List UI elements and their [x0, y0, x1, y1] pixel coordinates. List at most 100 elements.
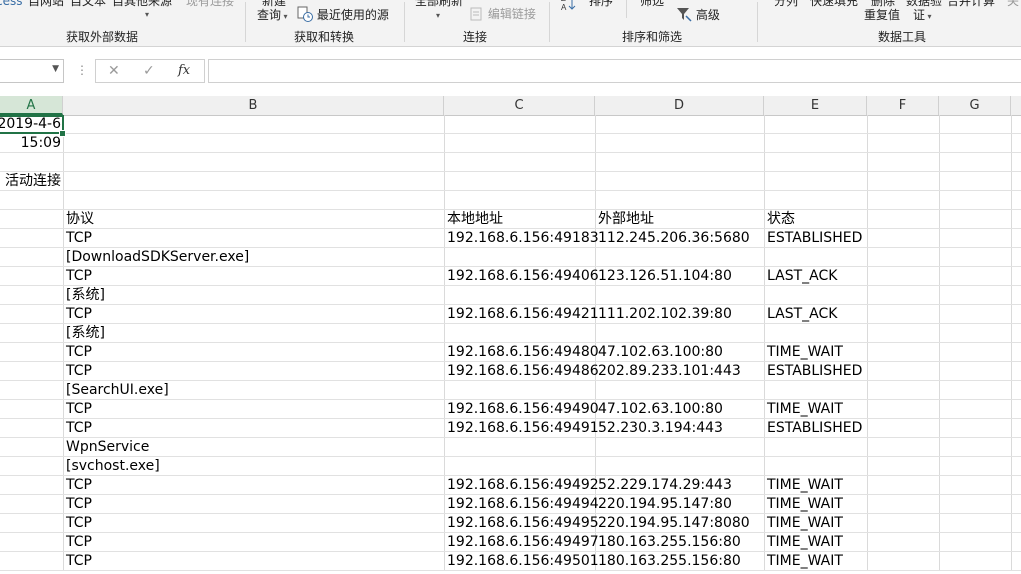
- new-query-label-1[interactable]: 新建: [262, 0, 286, 8]
- cell-e[interactable]: LAST_ACK: [767, 267, 837, 286]
- insert-function-icon[interactable]: fx: [178, 63, 190, 78]
- selected-cell-a1[interactable]: [0, 115, 64, 134]
- cell-c[interactable]: 192.168.6.156:49495: [447, 514, 599, 533]
- cell-b[interactable]: TCP: [66, 476, 92, 495]
- cell-d[interactable]: 180.163.255.156:80: [598, 552, 741, 571]
- column-header-f[interactable]: F: [867, 96, 939, 115]
- cell-d[interactable]: 47.102.63.100:80: [598, 400, 723, 419]
- from-access-button[interactable]: cess: [0, 0, 22, 8]
- flash-fill-button[interactable]: 快速填充: [810, 0, 858, 8]
- text-to-columns-button[interactable]: 分列: [774, 0, 798, 8]
- cell-b[interactable]: TCP: [66, 419, 92, 438]
- cell-d[interactable]: 52.230.3.194:443: [598, 419, 723, 438]
- cell-e[interactable]: TIME_WAIT: [767, 400, 843, 419]
- cell-b[interactable]: [SearchUI.exe]: [66, 381, 169, 400]
- cell-c[interactable]: 192.168.6.156:49421: [447, 305, 599, 324]
- cell-e[interactable]: TIME_WAIT: [767, 343, 843, 362]
- refresh-all-button[interactable]: 全部刷新: [415, 0, 463, 8]
- cell-b[interactable]: [系统]: [66, 286, 105, 305]
- cell-e[interactable]: TIME_WAIT: [767, 495, 843, 514]
- cell-b[interactable]: TCP: [66, 343, 92, 362]
- cell-d[interactable]: 220.194.95.147:8080: [598, 514, 750, 533]
- consolidate-button[interactable]: 合并计算: [947, 0, 995, 8]
- cell-b[interactable]: TCP: [66, 267, 92, 286]
- cell-c[interactable]: 192.168.6.156:49490: [447, 400, 599, 419]
- cancel-icon[interactable]: ✕: [108, 63, 120, 79]
- cell-b[interactable]: TCP: [66, 305, 92, 324]
- column-header-e[interactable]: E: [764, 96, 867, 115]
- from-other-sources-button[interactable]: 自其他来源: [112, 0, 172, 8]
- column-header-h[interactable]: [1011, 96, 1021, 115]
- remove-duplicates-button[interactable]: 重复值: [864, 8, 900, 22]
- cell-c[interactable]: 192.168.6.156:49497: [447, 533, 599, 552]
- recent-sources-button[interactable]: 最近使用的源: [297, 6, 389, 22]
- cell-b[interactable]: WpnService: [66, 438, 149, 457]
- cell-b[interactable]: TCP: [66, 229, 92, 248]
- existing-connections-button[interactable]: 现有连接: [186, 0, 234, 8]
- cell-d[interactable]: 52.229.174.29:443: [598, 476, 732, 495]
- cell-c[interactable]: 192.168.6.156:49486: [447, 362, 599, 381]
- fill-handle[interactable]: [59, 130, 66, 137]
- cell-b[interactable]: [svchost.exe]: [66, 457, 160, 476]
- column-header-b[interactable]: B: [63, 96, 444, 115]
- formula-input[interactable]: [208, 59, 1021, 83]
- cell-e[interactable]: TIME_WAIT: [767, 514, 843, 533]
- cell-d[interactable]: 220.194.95.147:80: [598, 495, 732, 514]
- new-query-button[interactable]: 查询 ▾: [257, 8, 288, 24]
- edit-links-button[interactable]: 编辑链接: [470, 7, 536, 21]
- cell-e[interactable]: TIME_WAIT: [767, 552, 843, 571]
- cell-e[interactable]: TIME_WAIT: [767, 533, 843, 552]
- relationships-button[interactable]: 关: [1007, 0, 1019, 8]
- cell-b[interactable]: [系统]: [66, 324, 105, 343]
- cell-e[interactable]: 状态: [767, 210, 795, 229]
- cell-b[interactable]: TCP: [66, 362, 92, 381]
- cell-d[interactable]: 外部地址: [598, 210, 654, 229]
- column-header-a[interactable]: A: [0, 96, 63, 115]
- data-validation-button[interactable]: 证 ▾: [913, 8, 932, 24]
- cell-c[interactable]: 本地地址: [447, 210, 503, 229]
- enter-icon[interactable]: ✓: [143, 63, 155, 79]
- cell-b[interactable]: TCP: [66, 495, 92, 514]
- column-header-g[interactable]: G: [939, 96, 1011, 115]
- cell-e[interactable]: TIME_WAIT: [767, 476, 843, 495]
- cell-e[interactable]: ESTABLISHED: [767, 362, 862, 381]
- cell-d[interactable]: 180.163.255.156:80: [598, 533, 741, 552]
- sort-za-icon[interactable]: Z A: [561, 0, 577, 15]
- cell-e[interactable]: ESTABLISHED: [767, 229, 862, 248]
- cell-b[interactable]: [DownloadSDKServer.exe]: [66, 248, 249, 267]
- cell-b[interactable]: TCP: [66, 552, 92, 571]
- cell-d[interactable]: 112.245.206.36:5680: [598, 229, 750, 248]
- cell-c[interactable]: 192.168.6.156:49406: [447, 267, 599, 286]
- from-web-button[interactable]: 自网站: [28, 0, 64, 8]
- cell-b[interactable]: TCP: [66, 533, 92, 552]
- sort-button[interactable]: 排序: [589, 0, 613, 8]
- cell-c[interactable]: 192.168.6.156:49492: [447, 476, 599, 495]
- from-text-button[interactable]: 自文本: [70, 0, 106, 8]
- cell-d[interactable]: 47.102.63.100:80: [598, 343, 723, 362]
- cell-a[interactable]: 活动连接: [5, 172, 61, 191]
- formula-bar: ▼ ⋮ ✕ ✓ fx: [0, 57, 1021, 87]
- cell-e[interactable]: LAST_ACK: [767, 305, 837, 324]
- column-header-d[interactable]: D: [595, 96, 764, 115]
- chevron-down-icon[interactable]: ▼: [52, 64, 59, 74]
- cell-c[interactable]: 192.168.6.156:49183: [447, 229, 599, 248]
- advanced-filter-button[interactable]: 高级: [676, 6, 720, 22]
- data-validation-label-1[interactable]: 数据验: [906, 0, 942, 8]
- cell-c[interactable]: 192.168.6.156:49491: [447, 419, 599, 438]
- remove-duplicates-label-1[interactable]: 删除: [871, 0, 895, 8]
- cell-c[interactable]: 192.168.6.156:49501: [447, 552, 599, 571]
- cell-c[interactable]: 192.168.6.156:49480: [447, 343, 599, 362]
- cell-d[interactable]: 202.89.233.101:443: [598, 362, 741, 381]
- column-header-c[interactable]: C: [444, 96, 595, 115]
- cell-b[interactable]: 协议: [66, 210, 94, 229]
- cell-d[interactable]: 111.202.102.39:80: [598, 305, 732, 324]
- cell-e[interactable]: ESTABLISHED: [767, 419, 862, 438]
- cell-d[interactable]: 123.126.51.104:80: [598, 267, 732, 286]
- cell-a[interactable]: 15:09: [21, 134, 61, 153]
- filter-button[interactable]: 筛选: [640, 0, 664, 8]
- cell-b[interactable]: TCP: [66, 514, 92, 533]
- more-options-icon[interactable]: ⋮: [76, 63, 88, 77]
- cell-b[interactable]: TCP: [66, 400, 92, 419]
- cell-c[interactable]: 192.168.6.156:49494: [447, 495, 599, 514]
- name-box[interactable]: ▼: [0, 59, 64, 83]
